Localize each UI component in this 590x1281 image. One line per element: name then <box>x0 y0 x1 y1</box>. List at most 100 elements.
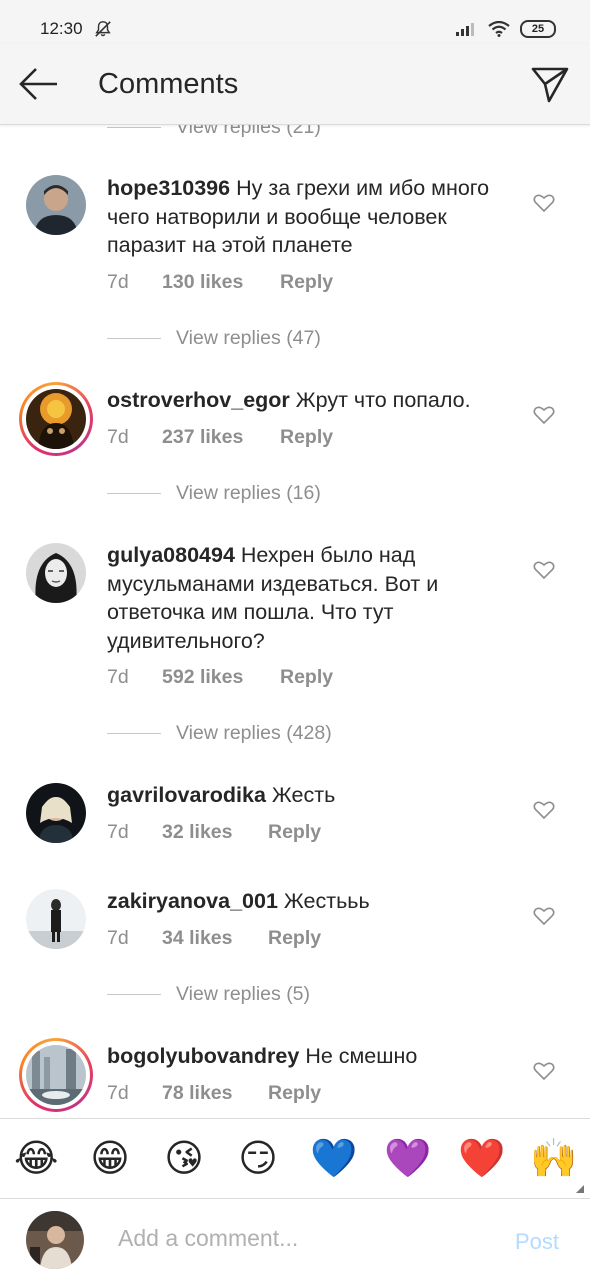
view-replies-divider <box>107 127 161 128</box>
avatar[interactable] <box>26 543 86 603</box>
avatar-image <box>26 175 86 235</box>
like-heart-icon[interactable] <box>533 405 555 425</box>
avatar-image <box>26 1211 84 1269</box>
view-replies-label: View replies (16) <box>176 482 321 504</box>
avatar-image <box>26 543 86 603</box>
emoji-laughing-icon[interactable]: 😂 <box>14 1137 58 1181</box>
status-icons: 25 <box>456 20 556 38</box>
corner-indicator-icon <box>576 1185 584 1193</box>
comment-text: hope310396 Ну за грехи им ибо много чего… <box>107 174 507 260</box>
avatar[interactable] <box>26 889 86 949</box>
reply-button[interactable]: Reply <box>268 1082 321 1105</box>
status-time: 12:30 <box>40 19 83 38</box>
story-ring[interactable] <box>19 1038 93 1112</box>
avatar <box>26 1045 86 1105</box>
story-ring[interactable] <box>19 382 93 456</box>
silent-icon <box>95 21 111 37</box>
comment-username[interactable]: ostroverhov_egor <box>107 388 290 412</box>
view-replies-button[interactable]: View replies (47) <box>107 327 321 350</box>
view-replies-button[interactable]: View replies (21) <box>107 125 321 139</box>
avatar[interactable] <box>26 783 86 843</box>
comment-text: gavrilovarodika Жесть <box>107 781 507 810</box>
comment-username[interactable]: zakiryanova_001 <box>107 889 278 913</box>
view-replies-divider <box>107 994 161 995</box>
comment-meta: 7d 34 likes Reply <box>107 927 321 950</box>
view-replies-divider <box>107 493 161 494</box>
comment-meta: 7d 237 likes Reply <box>107 426 333 449</box>
comment-username[interactable]: gavrilovarodika <box>107 783 266 807</box>
wifi-icon <box>488 21 510 37</box>
comment-text: gulya080494 Нехрен было над мусульманами… <box>107 541 477 655</box>
battery-icon: 25 <box>520 20 556 38</box>
view-replies-label: View replies (5) <box>176 983 311 1005</box>
emoji-smirk-icon[interactable]: 😏 <box>236 1137 280 1181</box>
view-replies-label: View replies (428) <box>176 722 332 744</box>
comment-body: Не смешно <box>305 1044 418 1068</box>
comment-time: 7d <box>107 1082 129 1104</box>
comment-time: 7d <box>107 821 129 843</box>
comment-meta: 7d 78 likes Reply <box>107 1082 321 1105</box>
reply-button[interactable]: Reply <box>268 927 321 950</box>
emoji-blue-heart-icon[interactable]: 💙 <box>310 1137 357 1181</box>
direct-message-icon[interactable] <box>530 64 570 104</box>
comment-text: ostroverhov_egor Жрут что попало. <box>107 386 507 415</box>
avatar[interactable] <box>26 175 86 235</box>
like-heart-icon[interactable] <box>533 193 555 213</box>
comment-likes[interactable]: 237 likes <box>162 426 280 449</box>
comment-time: 7d <box>107 666 129 688</box>
own-avatar <box>26 1211 84 1269</box>
like-heart-icon[interactable] <box>533 906 555 926</box>
comment-meta: 7d 592 likes Reply <box>107 666 333 689</box>
view-replies-button[interactable]: View replies (16) <box>107 482 321 505</box>
reply-button[interactable]: Reply <box>280 666 333 689</box>
comment-body: Жесть <box>271 783 336 807</box>
like-heart-icon[interactable] <box>533 800 555 820</box>
comment-input[interactable] <box>118 1225 488 1252</box>
status-bar: 12:30 25 <box>0 0 590 44</box>
avatar-image <box>26 389 86 449</box>
post-button[interactable]: Post <box>515 1229 559 1255</box>
avatar <box>26 389 86 449</box>
page-title: Comments <box>98 68 239 100</box>
comment-body: Жестььь <box>283 889 370 913</box>
comment-username[interactable]: gulya080494 <box>107 543 235 567</box>
comment-likes[interactable]: 592 likes <box>162 666 280 689</box>
comment-text: bogolyubovandrey Не смешно <box>107 1042 507 1071</box>
back-arrow-icon[interactable] <box>18 66 60 102</box>
emoji-red-heart-icon[interactable]: ❤️ <box>458 1137 505 1181</box>
comment-username[interactable]: hope310396 <box>107 176 230 200</box>
comment-username[interactable]: bogolyubovandrey <box>107 1044 299 1068</box>
comment-time: 7d <box>107 271 129 293</box>
view-replies-divider <box>107 338 161 339</box>
top-app-bar: Comments <box>0 44 590 125</box>
comment-composer: Post <box>0 1198 590 1281</box>
comment-likes[interactable]: 34 likes <box>162 927 268 950</box>
avatar-image <box>26 889 86 949</box>
emoji-bar: 😂 😁 😘 😏 💙 💜 ❤️ 🙌 <box>0 1118 590 1199</box>
comment-body: Жрут что попало. <box>295 388 471 412</box>
comment-likes[interactable]: 130 likes <box>162 271 280 294</box>
comments-list[interactable]: View replies (21) hope310396 Ну за грехи… <box>0 125 590 1118</box>
like-heart-icon[interactable] <box>533 560 555 580</box>
view-replies-button[interactable]: View replies (428) <box>107 722 332 745</box>
view-replies-label: View replies (47) <box>176 327 321 349</box>
comment-meta: 7d 130 likes Reply <box>107 271 333 294</box>
reply-button[interactable]: Reply <box>268 821 321 844</box>
comment-likes[interactable]: 32 likes <box>162 821 268 844</box>
view-replies-button[interactable]: View replies (5) <box>107 983 310 1006</box>
emoji-purple-heart-icon[interactable]: 💜 <box>384 1137 431 1181</box>
view-replies-label: View replies (21) <box>176 125 321 138</box>
comment-likes[interactable]: 78 likes <box>162 1082 268 1105</box>
signal-icon <box>456 23 474 36</box>
avatar-image <box>26 783 86 843</box>
comment-time: 7d <box>107 426 129 448</box>
view-replies-divider <box>107 733 161 734</box>
reply-button[interactable]: Reply <box>280 426 333 449</box>
emoji-kiss-icon[interactable]: 😘 <box>162 1137 206 1181</box>
emoji-grinning-icon[interactable]: 😁 <box>88 1137 132 1181</box>
comment-time: 7d <box>107 927 129 949</box>
reply-button[interactable]: Reply <box>280 271 333 294</box>
emoji-raising-hands-icon[interactable]: 🙌 <box>530 1137 577 1181</box>
like-heart-icon[interactable] <box>533 1061 555 1081</box>
avatar-image <box>26 1045 86 1105</box>
